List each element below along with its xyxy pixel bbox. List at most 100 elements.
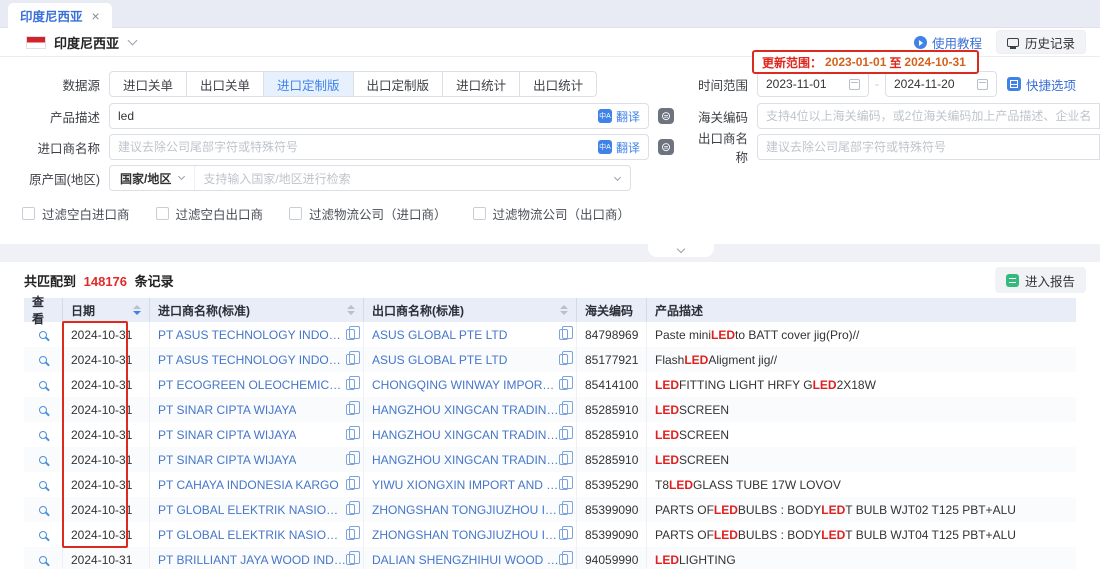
- close-icon[interactable]: ×: [92, 9, 100, 23]
- importer-cell: PT ECOGREEN OLEOCHEMICALS: [150, 372, 364, 397]
- copy-icon[interactable]: [346, 404, 355, 415]
- view-record-icon[interactable]: [39, 531, 47, 539]
- copy-icon[interactable]: [559, 429, 568, 440]
- collapse-panel-handle[interactable]: [648, 244, 714, 257]
- chevron-down-icon: [178, 173, 185, 180]
- exporter-link[interactable]: DALIAN SHENGZHIHUI WOOD INDUST...: [372, 553, 559, 567]
- date-cell: 2024-10-31: [63, 472, 150, 497]
- exporter-link[interactable]: HANGZHOU XINGCAN TRADING CO LTD: [372, 453, 559, 467]
- source-tab[interactable]: 出口统计: [519, 71, 597, 97]
- source-tab[interactable]: 进口统计: [442, 71, 520, 97]
- table-header-row: 查看日期进口商名称(标准)出口商名称(标准)海关编码产品描述: [24, 298, 1076, 322]
- column-header-date[interactable]: 日期: [63, 298, 150, 322]
- importer-link[interactable]: PT ECOGREEN OLEOCHEMICALS: [158, 378, 346, 392]
- copy-icon[interactable]: [559, 504, 568, 515]
- sort-icon[interactable]: [341, 305, 355, 315]
- exporter-cell: ASUS GLOBAL PTE LTD: [364, 322, 577, 347]
- origin-country-select[interactable]: 国家/地区: [110, 166, 195, 190]
- synonym-match-icon[interactable]: [658, 139, 674, 155]
- view-cell: [24, 322, 63, 347]
- filter-checkbox[interactable]: 过滤物流公司（出口商）: [473, 204, 631, 223]
- copy-icon[interactable]: [346, 504, 355, 515]
- importer-link[interactable]: PT ASUS TECHNOLOGY INDONESIA BA...: [158, 328, 346, 342]
- exporter-link[interactable]: ASUS GLOBAL PTE LTD: [372, 328, 507, 342]
- copy-icon[interactable]: [346, 529, 355, 540]
- view-record-icon[interactable]: [39, 456, 47, 464]
- copy-icon[interactable]: [559, 529, 568, 540]
- copy-icon[interactable]: [559, 479, 568, 490]
- source-tab[interactable]: 出口定制版: [353, 71, 444, 97]
- filter-checkbox[interactable]: 过滤物流公司（进口商）: [289, 204, 447, 223]
- view-record-icon[interactable]: [39, 331, 47, 339]
- copy-icon[interactable]: [346, 379, 355, 390]
- product-desc-input[interactable]: [110, 104, 590, 128]
- tab-indonesia[interactable]: 印度尼西亚 ×: [8, 3, 112, 28]
- filter-checkbox[interactable]: 过滤空白出口商: [156, 204, 264, 223]
- exporter-link[interactable]: ZHONGSHAN TONGJIUZHOU INTERNA...: [372, 528, 559, 542]
- importer-link[interactable]: PT SINAR CIPTA WIJAYA: [158, 428, 296, 442]
- filter-checkbox[interactable]: 过滤空白进口商: [22, 204, 130, 223]
- copy-icon[interactable]: [559, 454, 568, 465]
- copy-icon[interactable]: [559, 329, 568, 340]
- translate-button[interactable]: 翻译: [590, 139, 648, 156]
- importer-link[interactable]: PT CAHAYA INDONESIA KARGO: [158, 478, 339, 492]
- synonym-match-icon[interactable]: [658, 108, 674, 124]
- copy-icon[interactable]: [346, 479, 355, 490]
- copy-icon[interactable]: [559, 404, 568, 415]
- source-tab[interactable]: 进口定制版: [263, 71, 354, 97]
- hs-code-input[interactable]: [758, 104, 1099, 128]
- copy-icon[interactable]: [346, 554, 355, 565]
- importer-link[interactable]: PT GLOBAL ELEKTRIK NASIONAL: [158, 528, 346, 542]
- importer-link[interactable]: PT SINAR CIPTA WIJAYA: [158, 453, 296, 467]
- exporter-link[interactable]: ZHONGSHAN TONGJIUZHOU INTERNA...: [372, 503, 559, 517]
- results-panel: 共匹配到 148176 条记录 进入报告 查看日期进口商名称(标准)出口商名称(…: [0, 262, 1100, 569]
- quick-options-link[interactable]: 快捷选项: [1007, 75, 1076, 94]
- checkbox-icon: [289, 207, 302, 220]
- chevron-down-icon[interactable]: [128, 36, 138, 46]
- history-button[interactable]: 历史记录: [996, 30, 1086, 54]
- checkbox-label: 过滤物流公司（出口商）: [493, 204, 631, 223]
- column-header-exp[interactable]: 出口商名称(标准): [364, 298, 577, 322]
- origin-search-placeholder[interactable]: 支持输入国家/地区进行检索: [195, 170, 615, 187]
- exporter-link[interactable]: YIWU XIONGXIN IMPORT AND EXPORT...: [372, 478, 559, 492]
- date-to-input[interactable]: 2024-11-20: [885, 71, 997, 97]
- copy-icon[interactable]: [559, 379, 568, 390]
- product-desc-cell: Flash LED Aligment jig//: [647, 347, 1076, 372]
- view-record-icon[interactable]: [39, 381, 47, 389]
- date-from-input[interactable]: 2023-11-01: [757, 71, 869, 97]
- copy-icon[interactable]: [346, 454, 355, 465]
- exporter-link[interactable]: HANGZHOU XINGCAN TRADING CO LTD: [372, 428, 559, 442]
- sort-icon[interactable]: [554, 305, 568, 315]
- view-record-icon[interactable]: [39, 406, 47, 414]
- column-header-imp[interactable]: 进口商名称(标准): [150, 298, 364, 322]
- exporter-input[interactable]: [758, 135, 1099, 159]
- importer-input[interactable]: [110, 135, 590, 159]
- exporter-link[interactable]: HANGZHOU XINGCAN TRADING CO LTD: [372, 403, 559, 417]
- copy-icon[interactable]: [559, 354, 568, 365]
- importer-link[interactable]: PT ASUS TECHNOLOGY INDONESIA BA...: [158, 353, 346, 367]
- chevron-down-icon[interactable]: [614, 173, 621, 180]
- importer-link[interactable]: PT SINAR CIPTA WIJAYA: [158, 403, 296, 417]
- view-record-icon[interactable]: [39, 356, 47, 364]
- sort-icon[interactable]: [127, 305, 141, 315]
- exporter-link[interactable]: CHONGQING WINWAY IMPORT AND E...: [372, 378, 559, 392]
- importer-cell: PT GLOBAL ELEKTRIK NASIONAL: [150, 497, 364, 522]
- exporter-link[interactable]: ASUS GLOBAL PTE LTD: [372, 353, 507, 367]
- view-record-icon[interactable]: [39, 481, 47, 489]
- view-record-icon[interactable]: [39, 556, 47, 564]
- view-record-icon[interactable]: [39, 506, 47, 514]
- source-tab[interactable]: 出口关单: [186, 71, 264, 97]
- copy-icon[interactable]: [559, 554, 568, 565]
- importer-link[interactable]: PT GLOBAL ELEKTRIK NASIONAL: [158, 503, 346, 517]
- tutorial-link[interactable]: 使用教程: [914, 33, 982, 52]
- importer-link[interactable]: PT BRILLIANT JAYA WOOD INDUSTRY: [158, 553, 346, 567]
- copy-icon[interactable]: [346, 354, 355, 365]
- match-count: 148176: [84, 274, 127, 289]
- view-record-icon[interactable]: [39, 431, 47, 439]
- copy-icon[interactable]: [346, 429, 355, 440]
- copy-icon[interactable]: [346, 329, 355, 340]
- translate-button[interactable]: 翻译: [590, 108, 648, 125]
- product-desc-cell: LED SCREEN: [647, 447, 1076, 472]
- source-tab[interactable]: 进口关单: [109, 71, 187, 97]
- enter-report-button[interactable]: 进入报告: [995, 267, 1086, 293]
